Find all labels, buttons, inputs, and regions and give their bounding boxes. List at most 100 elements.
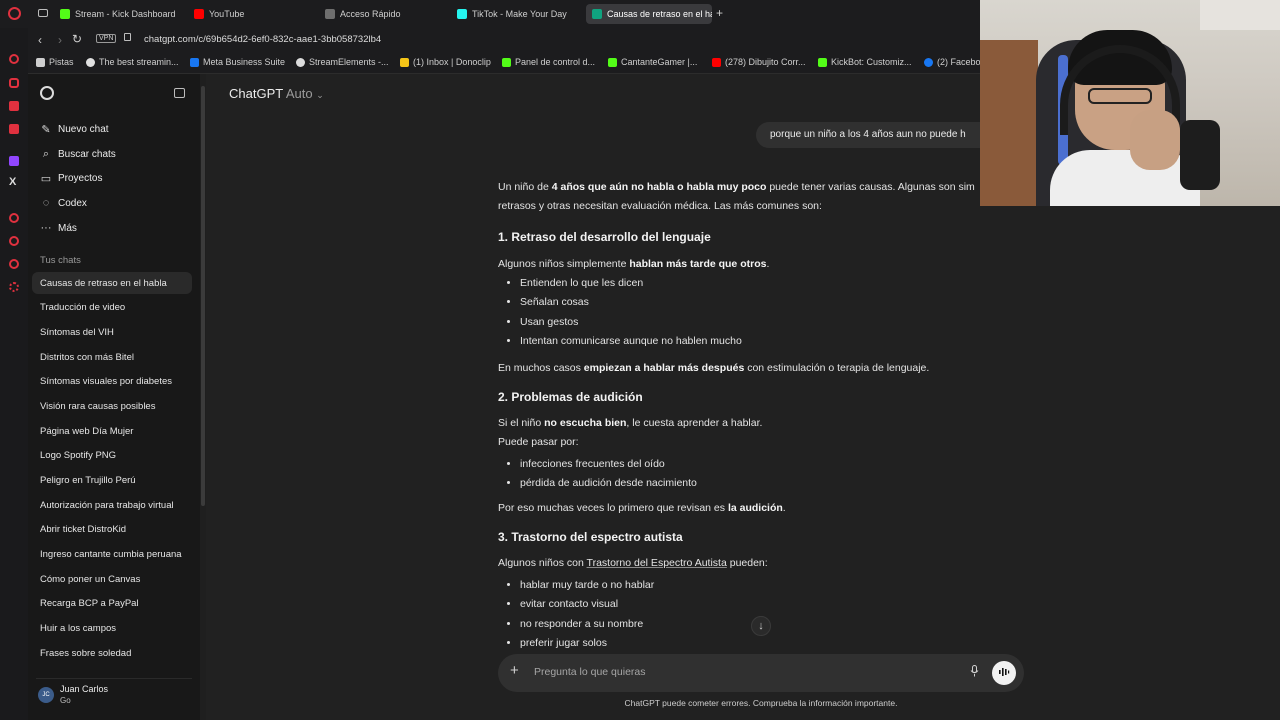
youtube-icon <box>712 57 721 67</box>
side-icon-1[interactable] <box>9 54 19 64</box>
twitch-icon[interactable] <box>9 156 19 166</box>
waveform-icon <box>999 668 1010 677</box>
user-message-bubble: porque un niño a los 4 años aun no puede… <box>756 122 1016 148</box>
chat-item[interactable]: Síntomas del VIH <box>32 321 192 343</box>
openai-logo-icon[interactable] <box>40 86 54 100</box>
chat-item[interactable]: Recarga BCP a PayPal <box>32 592 192 614</box>
scroll-to-bottom-button[interactable]: ↓ <box>751 616 771 636</box>
chat-item[interactable]: Causas de retraso en el habla <box>32 272 192 294</box>
folder-icon <box>36 57 45 67</box>
message-input[interactable]: Pregunta lo que quieras <box>534 666 646 678</box>
bookmark-facebook[interactable]: (2) Facebo <box>924 57 981 67</box>
x-icon[interactable]: X <box>9 176 16 188</box>
message-composer[interactable]: + Pregunta lo que quieras <box>498 654 1024 692</box>
chat-item[interactable]: Traducción de video <box>32 296 192 318</box>
tab-kick-dashboard[interactable]: Stream - Kick Dashboard <box>60 4 185 24</box>
chat-item[interactable]: Página web Día Mujer <box>32 420 192 442</box>
user-profile[interactable]: JC Juan Carlos Go <box>36 678 192 708</box>
settings-icon[interactable] <box>9 282 19 292</box>
model-selector[interactable]: ChatGPT Auto ⌄ <box>229 86 324 101</box>
chat-item[interactable]: Ingreso cantante cumbia peruana <box>32 543 192 565</box>
edit-icon: ✎ <box>41 123 51 136</box>
forward-icon[interactable]: › <box>58 33 62 47</box>
answer-paragraph: Puede pasar por: <box>498 436 579 448</box>
arrow-down-icon: ↓ <box>758 620 764 632</box>
bookmark-favicon-icon <box>86 57 95 67</box>
chat-item[interactable]: Síntomas visuales por diabetes <box>32 370 192 392</box>
list-item: Usan gestos <box>520 313 742 332</box>
bookmark-streamelements[interactable]: StreamElements -... <box>296 57 389 67</box>
heading-autism: 3. Trastorno del espectro autista <box>498 530 683 544</box>
tab-chatgpt-active[interactable]: Causas de retraso en el ha <box>586 4 712 24</box>
side-icon-4[interactable] <box>9 124 19 134</box>
webcam-microphone <box>1180 120 1220 190</box>
answer-intro-line1: Un niño de 4 años que aún no habla o hab… <box>498 181 975 193</box>
list-autism: hablar muy tarde o no hablar evitar cont… <box>498 576 654 653</box>
kick-icon <box>502 57 511 67</box>
chat-item[interactable]: Peligro en Trujillo Perú <box>32 469 192 491</box>
tab-youtube[interactable]: YouTube <box>194 4 304 24</box>
chat-item[interactable]: Distritos con más Bitel <box>32 346 192 368</box>
new-tab-button[interactable]: + <box>716 6 723 20</box>
side-icon-8[interactable] <box>9 236 19 246</box>
more-dots-icon: ··· <box>40 222 52 234</box>
chevron-down-icon: ⌄ <box>316 90 324 100</box>
chat-item[interactable]: Huir a los campos <box>32 617 192 639</box>
codex-button[interactable]: ◌ Codex <box>40 194 87 212</box>
chat-item[interactable]: Frases sobre soledad <box>32 642 192 664</box>
voice-mode-button[interactable] <box>992 661 1016 685</box>
folder-icon: ▭ <box>40 172 52 185</box>
opera-logo-icon[interactable] <box>8 7 21 20</box>
search-icon: ⌕ <box>42 147 50 160</box>
webcam-overlay <box>980 0 1280 206</box>
more-button[interactable]: ··· Más <box>40 219 77 237</box>
bookmark-dibujito[interactable]: (278) Dibujito Corr... <box>712 57 806 67</box>
back-icon[interactable]: ‹ <box>38 33 42 47</box>
tiktok-icon <box>457 9 467 19</box>
side-icon-7[interactable] <box>9 213 19 223</box>
autism-link[interactable]: Trastorno del Espectro Autista <box>587 557 727 569</box>
bookmark-donoclip[interactable]: (1) Inbox | Donoclip <box>400 57 491 67</box>
bookmark-pistas[interactable]: Pistas <box>36 57 74 67</box>
add-attachment-icon[interactable]: + <box>510 662 519 679</box>
kick-icon <box>818 57 827 67</box>
list-item: Señalan cosas <box>520 293 742 312</box>
chat-item[interactable]: Logo Spotify PNG <box>32 444 192 466</box>
answer-intro-line2: retrasos y otras necesitan evaluación mé… <box>498 200 822 212</box>
microphone-icon[interactable] <box>970 665 979 677</box>
tab-acceso-rapido[interactable]: Acceso Rápido <box>325 4 445 24</box>
answer-paragraph: Algunos niños simplemente hablan más tar… <box>498 258 770 270</box>
avatar: JC <box>38 687 54 703</box>
list-item: evitar contacto visual <box>520 595 654 614</box>
search-chats-button[interactable]: ⌕ Buscar chats <box>40 145 116 163</box>
bookmark-meta-business[interactable]: Meta Business Suite <box>190 57 285 67</box>
streamelements-icon <box>296 57 305 67</box>
chat-item[interactable]: Autorización para trabajo virtual <box>32 494 192 516</box>
bookmark-cantantegamer[interactable]: CantanteGamer |... <box>608 57 697 67</box>
bookmark-streaming[interactable]: The best streamin... <box>86 57 179 67</box>
tab-tiktok[interactable]: TikTok - Make Your Day <box>457 4 582 24</box>
side-icon-2[interactable] <box>9 78 19 88</box>
tab-overview-icon[interactable] <box>38 9 48 17</box>
list-hearing: infecciones frecuentes del oído pérdida … <box>498 455 697 494</box>
vpn-badge[interactable]: VPN <box>96 34 117 43</box>
close-sidebar-icon[interactable] <box>174 88 185 98</box>
chat-item[interactable]: Abrir ticket DistroKid <box>32 518 192 540</box>
side-icon-3[interactable] <box>9 101 19 111</box>
url-field[interactable]: chatgpt.com/c/69b654d2-6ef0-832c-aae1-3b… <box>144 34 381 45</box>
chat-item[interactable]: Visión rara causas posibles <box>32 395 192 417</box>
side-icon-9[interactable] <box>9 259 19 269</box>
bookmark-panel-control[interactable]: Panel de control d... <box>502 57 595 67</box>
answer-paragraph: Por eso muchas veces lo primero que revi… <box>498 502 786 514</box>
new-chat-button[interactable]: ✎ Nuevo chat <box>40 120 108 138</box>
chat-item[interactable]: Cómo poner un Canvas <box>32 568 192 590</box>
projects-button[interactable]: ▭ Proyectos <box>40 169 103 187</box>
list-item: Entienden lo que les dicen <box>520 274 742 293</box>
sidebar-scrollbar-thumb[interactable] <box>201 86 205 506</box>
webcam-background-door <box>980 40 1038 206</box>
user-name: Juan Carlos <box>60 684 109 694</box>
webcam-hand <box>1130 110 1180 170</box>
bookmark-kickbot[interactable]: KickBot: Customiz... <box>818 57 912 67</box>
facebook-icon <box>924 57 933 67</box>
reload-icon[interactable]: ↻ <box>72 32 82 46</box>
